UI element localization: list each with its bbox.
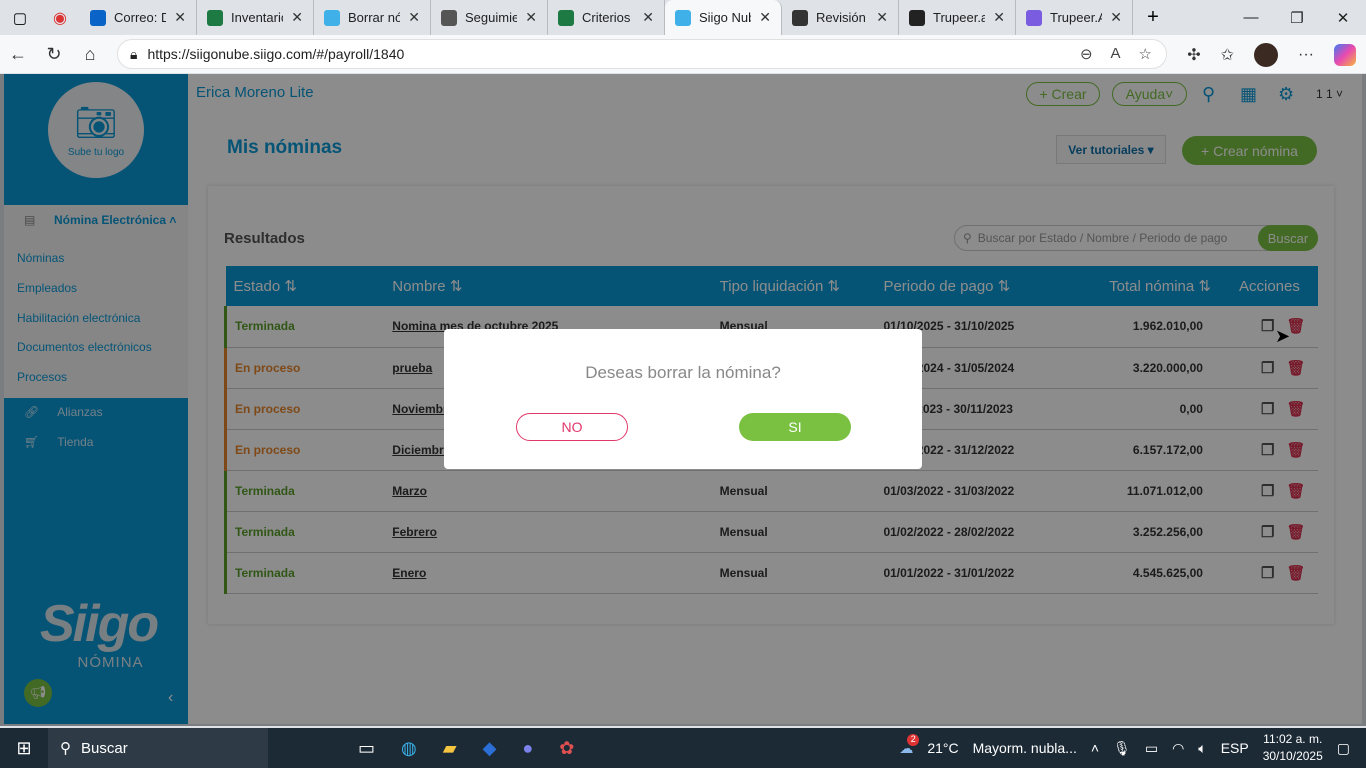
app2-icon[interactable]: ✿ — [559, 738, 574, 759]
tab-label: Siigo Nube — [699, 10, 751, 25]
tab-label: Trupeer.ai — [933, 10, 986, 25]
time: 11:02 a. m. — [1263, 732, 1323, 746]
browser-tab[interactable]: Trupeer.ai ✕ — [899, 0, 1016, 35]
browser-tab[interactable]: Siigo Nube ✕ — [665, 0, 782, 35]
close-window-button[interactable]: ✕ — [1320, 0, 1366, 35]
confirm-delete-dialog: Deseas borrar la nómina? NO SI — [444, 329, 922, 469]
taskbar-search[interactable]: ⚲ Buscar — [48, 728, 268, 768]
tab-label: Correo: Da — [114, 10, 166, 25]
close-tab-icon[interactable]: ✕ — [759, 9, 771, 26]
weather-icon[interactable]: ☁ 2 — [899, 733, 920, 757]
tab-actions-icon[interactable]: ▢ — [0, 9, 40, 27]
taskbar-search-label: Buscar — [81, 739, 128, 757]
search-icon: ⚲ — [60, 740, 71, 757]
file-explorer-icon[interactable]: ▰ — [443, 738, 457, 759]
clock[interactable]: 11:02 a. m. 30/10/2025 — [1263, 731, 1323, 765]
tab-label: Inventario — [231, 10, 284, 25]
more-icon[interactable]: ··· — [1298, 46, 1314, 64]
refresh-icon[interactable]: ↻ — [36, 44, 72, 65]
date: 30/10/2025 — [1262, 749, 1323, 763]
weather-temp: 21°C — [927, 740, 959, 756]
tab-label: Criterios p — [582, 10, 634, 25]
back-icon[interactable]: ← — [0, 44, 36, 65]
favorites-icon[interactable]: ✩ — [1221, 45, 1234, 65]
yes-button[interactable]: SI — [739, 413, 851, 441]
record-icon[interactable]: ◉ — [40, 8, 80, 28]
teams-icon[interactable]: ● — [522, 738, 533, 759]
chevron-up-icon[interactable]: ˄ — [1091, 740, 1099, 756]
url-text: https://siigonube.siigo.com/#/payroll/18… — [147, 46, 405, 62]
wifi-icon[interactable]: ◠ — [1172, 740, 1184, 757]
close-tab-icon[interactable]: ✕ — [174, 9, 186, 26]
tab-label: Trupeer.AI — [1050, 10, 1102, 25]
avatar[interactable] — [1254, 43, 1279, 67]
close-tab-icon[interactable]: ✕ — [525, 9, 537, 26]
tab-label: Seguimiento — [465, 10, 518, 25]
browser-tab[interactable]: Revisión o ✕ — [782, 0, 899, 35]
siigo-icon — [324, 9, 340, 26]
tab-label: Borrar nómina — [348, 10, 400, 25]
copilot-icon[interactable] — [1334, 44, 1356, 66]
address-bar-row: ← ↻ ⌂ 🔒︎ https://siigonube.siigo.com/#/p… — [0, 35, 1366, 73]
outlook-icon — [90, 9, 106, 26]
dialog-question: Deseas borrar la nómina? — [585, 363, 781, 382]
trupeer-icon — [909, 9, 925, 26]
battery-icon[interactable]: ▭ — [1145, 740, 1158, 757]
siigo-icon — [675, 9, 691, 26]
home-icon[interactable]: ⌂ — [72, 44, 108, 65]
zoom-icon[interactable]: ⊖ — [1080, 45, 1093, 63]
task-view-icon[interactable]: ▭ — [358, 738, 375, 759]
close-tab-icon[interactable]: ✕ — [993, 9, 1005, 26]
browser-tab[interactable]: Criterios p ✕ — [548, 0, 665, 35]
browser-tab[interactable]: Inventario ✕ — [197, 0, 314, 35]
trupeer-icon — [1026, 9, 1042, 26]
read-aloud-icon[interactable]: A — [1111, 45, 1121, 63]
restore-button[interactable]: ❐ — [1274, 0, 1320, 35]
excel-icon — [207, 9, 223, 26]
browser-tab[interactable]: Seguimiento ✕ — [431, 0, 548, 35]
app-icon[interactable]: ◆ — [483, 738, 497, 759]
close-tab-icon[interactable]: ✕ — [642, 9, 654, 26]
lock-icon: 🔒︎ — [130, 45, 138, 62]
openai-icon — [792, 9, 808, 26]
close-tab-icon[interactable]: ✕ — [291, 9, 303, 26]
tab-label: Revisión o — [816, 10, 868, 25]
browser-tab[interactable]: Borrar nómina ✕ — [314, 0, 431, 35]
volume-icon[interactable]: 🔈︎ — [1198, 740, 1206, 757]
no-button[interactable]: NO — [516, 413, 628, 441]
mouse-cursor-icon: ➤ — [1275, 326, 1291, 346]
new-tab-button[interactable]: + — [1133, 6, 1173, 29]
language-indicator[interactable]: ESP — [1221, 740, 1249, 756]
edge-icon[interactable]: ◍ — [401, 738, 417, 759]
microphone-icon[interactable]: 🎙︎ — [1113, 740, 1131, 757]
browser-tab[interactable]: Trupeer.AI ✕ — [1016, 0, 1133, 35]
globe-icon — [441, 9, 457, 26]
browser-tab[interactable]: Correo: Da ✕ — [80, 0, 197, 35]
close-tab-icon[interactable]: ✕ — [408, 9, 420, 26]
start-button[interactable]: ⊞ — [0, 738, 48, 759]
minimize-button[interactable]: — — [1228, 0, 1274, 35]
close-tab-icon[interactable]: ✕ — [876, 9, 888, 26]
weather-text[interactable]: Mayorm. nubla... — [973, 740, 1077, 756]
excel-icon — [558, 9, 574, 26]
extensions-icon[interactable]: ✣ — [1187, 45, 1200, 65]
weather-badge: 2 — [907, 733, 920, 746]
browser-tab-bar: ▢ ◉ Correo: Da ✕ Inventario ✕ Borrar nómina ✕… — [0, 0, 1366, 35]
notifications-icon[interactable]: ▢ — [1337, 740, 1350, 757]
taskbar: ⊞ ⚲ Buscar ▭ ◍ ▰ ◆ ● ✿ ☁ 2 21°C Mayorm. nu… — [0, 728, 1366, 768]
url-input[interactable]: 🔒︎ https://siigonube.siigo.com/#/payroll… — [117, 39, 1167, 69]
favorite-star-icon[interactable]: ☆ — [1139, 45, 1152, 63]
close-tab-icon[interactable]: ✕ — [1110, 9, 1122, 26]
